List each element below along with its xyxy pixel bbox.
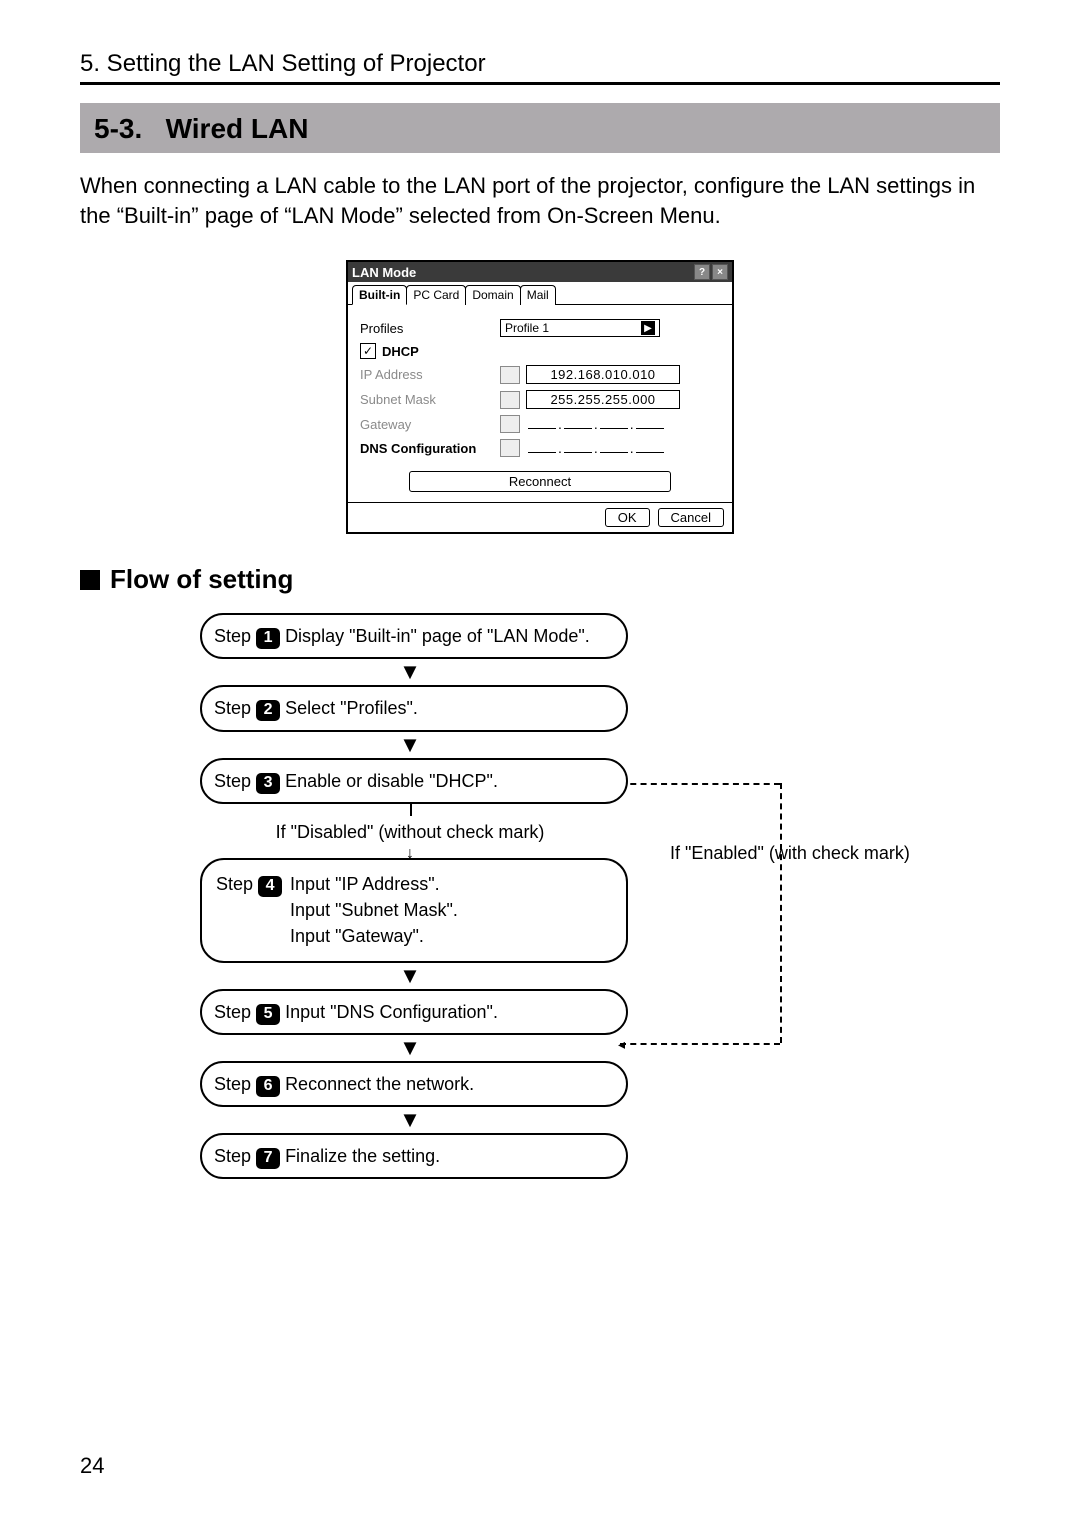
gateway-value[interactable]: ... [526,416,666,432]
subnet-mask-label: Subnet Mask [360,392,500,407]
keypad-icon[interactable] [500,366,520,384]
dialog-titlebar: LAN Mode ? × [348,262,732,282]
page-number: 24 [80,1453,104,1479]
profiles-select[interactable]: Profile 1 ▶ [500,319,660,337]
step-4c-text: Input "Gateway". [290,923,458,949]
lan-mode-dialog-figure: LAN Mode ? × Built-in PC Card Domain Mai… [80,260,1000,534]
step-number-2: 2 [256,700,280,721]
chapter-title: 5. Setting the LAN Setting of Projector [80,50,1000,78]
arrow-down-icon: ▼ [200,659,620,685]
intro-paragraph: When connecting a LAN cable to the LAN p… [80,171,1000,230]
step-number-5: 5 [256,1004,280,1025]
profiles-select-value: Profile 1 [505,321,549,335]
step-2-text: Select "Profiles". [285,698,418,718]
tab-pc-card[interactable]: PC Card [406,285,466,305]
dialog-tabs: Built-in PC Card Domain Mail [348,282,732,305]
keypad-icon[interactable] [500,415,520,433]
step-number-3: 3 [256,773,280,794]
section-heading: 5-3. Wired LAN [80,103,1000,153]
arrow-down-icon: ▼ [200,1107,620,1133]
step-number-7: 7 [256,1148,280,1169]
arrow-down-icon: ▼ [200,963,620,989]
chevron-right-icon: ▶ [641,321,655,335]
help-icon[interactable]: ? [694,264,710,280]
dhcp-label: DHCP [382,344,419,359]
flow-heading-text: Flow of setting [110,564,293,595]
section-title: Wired LAN [166,113,309,144]
ip-address-label: IP Address [360,367,500,382]
section-number: 5-3. [94,113,142,144]
step-5-text: Input "DNS Configuration". [285,1002,498,1022]
arrow-down-icon: ▼ [200,1035,620,1061]
step-7: Step 7 Finalize the setting. [200,1133,628,1179]
tab-built-in[interactable]: Built-in [352,285,407,305]
gateway-label: Gateway [360,417,500,432]
step-number-6: 6 [256,1076,280,1097]
keypad-icon[interactable] [500,391,520,409]
tab-mail[interactable]: Mail [520,285,556,305]
cancel-button[interactable]: Cancel [658,508,724,527]
profiles-label: Profiles [360,321,500,336]
dhcp-checkbox[interactable]: ✓ [360,343,376,359]
subnet-mask-value[interactable]: 255.255.255.000 [526,390,680,409]
step-4b-text: Input "Subnet Mask". [290,897,458,923]
step-6: Step 6 Reconnect the network. [200,1061,628,1107]
step-7-text: Finalize the setting. [285,1146,440,1166]
step-3-text: Enable or disable "DHCP". [285,771,498,791]
flow-chart: ▸ ◂ If "Enabled" (with check mark) Step … [200,613,760,1178]
step-number-4: 4 [258,876,282,897]
step-number-1: 1 [256,628,280,649]
ip-address-value[interactable]: 192.168.010.010 [526,365,680,384]
ok-button[interactable]: OK [605,508,650,527]
dhcp-checkbox-row[interactable]: ✓ DHCP [360,343,720,359]
step-2: Step 2 Select "Profiles". [200,685,628,731]
step-3: Step 3 Enable or disable "DHCP". [200,758,628,804]
tab-domain[interactable]: Domain [465,285,520,305]
branch-enabled-label: If "Enabled" (with check mark) [670,843,910,864]
bullet-square-icon [80,570,100,590]
reconnect-button[interactable]: Reconnect [409,471,671,492]
dialog-title: LAN Mode [352,265,416,280]
branch-arrow-in: ◂ [618,1036,625,1053]
step-4a-text: Input "IP Address". [290,871,458,897]
divider [80,82,1000,85]
arrow-down-small-icon: ↓ [200,849,620,859]
dns-config-value[interactable]: ... [526,440,666,456]
step-6-text: Reconnect the network. [285,1074,474,1094]
arrow-down-icon: ▼ [200,732,620,758]
close-icon[interactable]: × [712,264,728,280]
step-5: Step 5 Input "DNS Configuration". [200,989,628,1035]
step-4: Step 4 Input "IP Address". Input "Subnet… [200,858,628,962]
step-1-text: Display "Built-in" page of "LAN Mode". [285,626,590,646]
step-1: Step 1 Display "Built-in" page of "LAN M… [200,613,628,659]
keypad-icon[interactable] [500,439,520,457]
branch-disabled-label: If "Disabled" (without check mark) [200,822,620,843]
flow-heading: Flow of setting [80,564,1000,595]
lan-mode-dialog: LAN Mode ? × Built-in PC Card Domain Mai… [346,260,734,534]
dns-config-label: DNS Configuration [360,441,500,456]
